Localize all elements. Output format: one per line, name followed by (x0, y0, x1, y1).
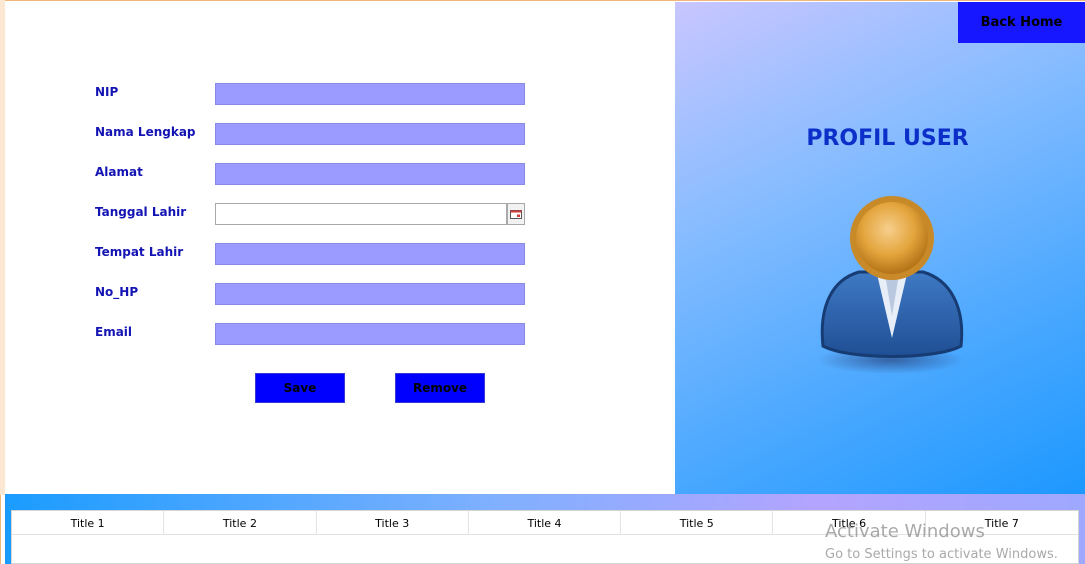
column-header-3[interactable]: Title 3 (317, 511, 469, 535)
watermark-title: Activate Windows (825, 521, 985, 542)
nama-lengkap-label: Nama Lengkap (95, 125, 196, 139)
tempat-lahir-input[interactable] (215, 243, 525, 265)
save-button[interactable]: Save (255, 373, 345, 403)
column-header-1[interactable]: Title 1 (12, 511, 165, 535)
alamat-label: Alamat (95, 165, 143, 179)
column-header-4[interactable]: Title 4 (469, 511, 622, 535)
no-hp-input[interactable] (215, 283, 525, 305)
nip-label: NIP (95, 85, 119, 99)
profile-panel: Back Home PROFIL USER (675, 2, 1085, 494)
tanggal-lahir-input[interactable] (215, 203, 507, 225)
tanggal-lahir-label: Tanggal Lahir (95, 205, 187, 219)
remove-button[interactable]: Remove (395, 373, 485, 403)
email-input[interactable] (215, 323, 525, 345)
nama-lengkap-input[interactable] (215, 123, 525, 145)
user-avatar-icon (817, 196, 965, 374)
column-header-2[interactable]: Title 2 (164, 511, 317, 535)
no-hp-label: No_HP (95, 285, 139, 299)
email-label: Email (95, 325, 133, 339)
calendar-icon (510, 210, 522, 219)
nip-input[interactable] (215, 83, 525, 105)
column-header-5[interactable]: Title 5 (621, 511, 774, 535)
tempat-lahir-label: Tempat Lahir (95, 245, 184, 259)
back-home-button[interactable]: Back Home (958, 2, 1085, 43)
alamat-input[interactable] (215, 163, 525, 185)
activate-windows-watermark: Activate Windows Go to Settings to activ… (825, 521, 1058, 564)
date-picker-button[interactable] (507, 203, 525, 225)
form-panel: NIP Nama Lengkap Alamat Tanggal Lahir Te… (5, 2, 675, 494)
profile-title: PROFIL USER (806, 126, 969, 151)
watermark-subtitle: Go to Settings to activate Windows. (825, 547, 1058, 562)
